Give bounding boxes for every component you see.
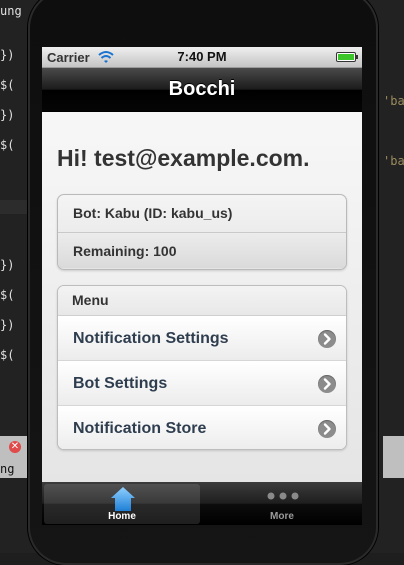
menu-item-bot-settings[interactable]: Bot Settings <box>58 362 346 406</box>
greeting-text: Hi! test@example.com. <box>57 145 310 171</box>
code-line: ung <box>0 4 22 18</box>
editor-bottom-text: ng <box>0 462 15 476</box>
chevron-right-icon <box>318 420 336 438</box>
menu-header: Menu <box>58 286 346 316</box>
tab-more[interactable]: More <box>204 484 360 524</box>
nav-title: Bocchi <box>168 78 236 100</box>
code-line: }) <box>0 258 15 272</box>
menu-item-label: Notification Settings <box>73 330 229 347</box>
navigation-bar: Bocchi <box>42 68 362 112</box>
menu-item-label: Notification Store <box>73 420 207 437</box>
tab-bar: Home More <box>42 482 362 525</box>
status-bar: Carrier 7:40 PM <box>42 47 362 68</box>
code-line: }) <box>0 108 15 122</box>
chevron-right-icon <box>318 375 336 393</box>
code-line: $( <box>0 348 15 362</box>
tab-label: More <box>270 511 294 522</box>
menu-list: Menu Notification Settings Bot Settings … <box>57 285 347 450</box>
code-line: }) <box>0 48 15 62</box>
home-icon <box>111 487 135 511</box>
menu-item-notification-settings[interactable]: Notification Settings <box>58 317 346 361</box>
code-line: $( <box>0 138 15 152</box>
code-line: $( <box>0 288 15 302</box>
code-line: $( <box>0 78 15 92</box>
editor-line-highlight <box>0 200 30 214</box>
main-content: Hi! test@example.com. Bot: Kabu (ID: kab… <box>42 112 362 482</box>
tab-label: Home <box>108 511 136 522</box>
remaining-row: Remaining: 100 <box>58 232 346 268</box>
editor-status-bar-right <box>383 436 404 478</box>
tab-home[interactable]: Home <box>44 484 200 524</box>
battery-icon <box>336 52 358 62</box>
code-line-right: 'bac <box>383 94 404 108</box>
more-icon <box>267 492 299 500</box>
bot-info-row: Bot: Kabu (ID: kabu_us) <box>73 205 233 221</box>
bot-info-box: Bot: Kabu (ID: kabu_us) Remaining: 100 <box>57 194 347 270</box>
status-time: 7:40 PM <box>177 49 227 64</box>
menu-item-label: Bot Settings <box>73 375 168 392</box>
code-line-right: 'bac <box>383 154 404 168</box>
menu-item-notification-store[interactable]: Notification Store <box>58 407 346 449</box>
code-line: }) <box>0 318 15 332</box>
error-icon[interactable]: ✕ <box>9 441 21 453</box>
chevron-right-icon <box>318 330 336 348</box>
phone-screen: Carrier 7:40 PM Bocchi Hi! test@example.… <box>42 47 362 525</box>
